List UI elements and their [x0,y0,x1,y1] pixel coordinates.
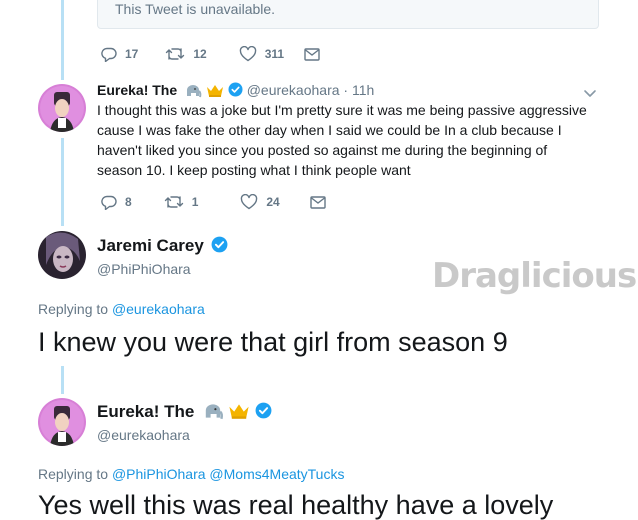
display-name[interactable]: Eureka! The [97,82,177,98]
unavailable-text: This Tweet is unavailable. [115,1,276,17]
thread-line [61,138,64,226]
mention-link[interactable]: @PhiPhiOhara [112,466,206,482]
crown-emoji-icon [206,83,224,101]
handle[interactable]: @eurekaohara [97,427,190,443]
display-name[interactable]: Jaremi Carey [97,236,204,255]
timestamp[interactable]: · 11h [343,82,374,98]
retweet-count: 1 [191,195,199,209]
tweet-text-line: season 10. I keep posting what I think p… [97,162,411,178]
replying-prefix: Replying to [38,466,112,482]
reply-button[interactable]: 8 [101,195,132,210]
replying-to: Replying to @eurekaohara [38,301,205,317]
like-button[interactable]: 24 [240,194,280,210]
reply-icon [101,195,117,210]
mention-link[interactable]: @eurekaohara [112,301,205,317]
message-button[interactable] [304,47,320,61]
heart-icon [239,46,257,62]
tweet-text: I thought this was a joke but I'm pretty… [97,100,617,180]
tweet-text: Yes well this was real healthy have a lo… [38,490,554,520]
retweet-button[interactable]: 1 [164,195,199,209]
crown-emoji-icon [228,402,250,425]
unavailable-tweet-box: This Tweet is unavailable. [97,0,599,29]
heart-icon [240,194,258,210]
like-count: 24 [266,195,280,209]
avatar[interactable] [38,398,86,446]
retweet-icon [165,47,185,61]
reply-count: 17 [125,47,139,61]
retweet-count: 12 [193,47,207,61]
tweet-header: Eureka! The @eurekaohara · 11h [97,82,374,101]
retweet-icon [164,195,184,209]
tweet-actions: 8 1 24 [101,194,326,210]
verified-badge-icon [228,82,243,100]
envelope-icon [304,47,320,61]
avatar[interactable] [38,231,86,279]
like-button[interactable]: 311 [239,46,284,62]
reply-icon [101,47,117,62]
handle[interactable]: @PhiPhiOhara [97,261,191,277]
verified-badge-icon [211,236,228,258]
elephant-emoji-icon [202,402,224,425]
tweet-text: I knew you were that girl from season 9 [38,327,508,357]
display-name[interactable]: Eureka! The [97,402,194,421]
tweet-text-line: cause I was fake the other day when I sa… [97,122,562,138]
reply-count: 8 [125,195,132,209]
watermark-text: Drag [432,256,521,296]
envelope-icon [310,195,326,209]
thread-line [61,366,64,394]
tweet-header: Eureka! The [97,402,272,425]
tweet-actions: 17 12 311 [101,46,320,62]
tweet-text-line: haven't liked you since you posted so ag… [97,142,548,158]
handle[interactable]: @eurekaohara [247,82,340,98]
avatar[interactable] [38,84,86,132]
verified-badge-icon [255,402,272,424]
watermark-text: licious [520,256,637,296]
replying-to: Replying to @PhiPhiOhara @Moms4MeatyTuck… [38,466,344,482]
tweet-header: Jaremi Carey [97,236,228,258]
reply-button[interactable]: 17 [101,47,138,62]
elephant-emoji-icon [184,83,202,101]
watermark: Draglicious [432,256,637,296]
thread-line [61,0,64,80]
like-count: 311 [264,47,285,61]
retweet-button[interactable]: 12 [165,47,207,61]
message-button[interactable] [310,195,326,209]
replying-prefix: Replying to [38,301,112,317]
tweet-text-line: I thought this was a joke but I'm pretty… [97,102,587,118]
mention-link[interactable]: @Moms4MeatyTucks [209,466,344,482]
